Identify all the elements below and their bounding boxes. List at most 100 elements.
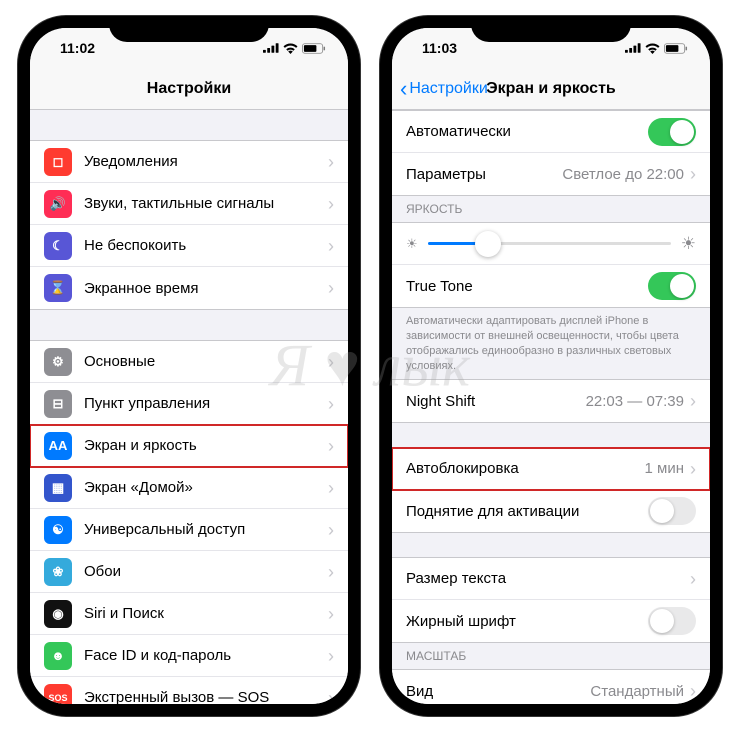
row-label: Вид: [406, 683, 590, 700]
chevron-right-icon: ›: [328, 689, 334, 705]
row-label: Экранное время: [84, 280, 328, 297]
row-label: Основные: [84, 353, 328, 370]
appearance-group: Автоматически Параметры Светлое до 22:00…: [392, 110, 710, 196]
nav-bar: ‹ Настройки Экран и яркость: [392, 68, 710, 110]
chevron-right-icon: ›: [328, 521, 334, 539]
settings-row[interactable]: ☯ Универсальный доступ›: [30, 509, 348, 551]
row-icon: ⚙: [44, 348, 72, 376]
autolock-group: Автоблокировка 1 мин › Поднятие для акти…: [392, 447, 710, 533]
row-parameters[interactable]: Параметры Светлое до 22:00 ›: [392, 153, 710, 195]
chevron-right-icon: ›: [328, 153, 334, 171]
notch: [109, 16, 269, 42]
status-indicators: [625, 43, 688, 54]
back-button[interactable]: ‹ Настройки: [400, 76, 488, 102]
row-icon: ◻: [44, 148, 72, 176]
chevron-right-icon: ›: [690, 392, 696, 410]
settings-group-1: ◻Уведомления›🔊Звуки, тактильные сигналы›…: [30, 140, 348, 310]
row-nightshift[interactable]: Night Shift 22:03 — 07:39 ›: [392, 380, 710, 422]
row-brightness-slider[interactable]: ☀︎ ☀︎: [392, 223, 710, 265]
chevron-right-icon: ›: [328, 237, 334, 255]
settings-row[interactable]: ▦Экран «Домой»›: [30, 467, 348, 509]
back-label: Настройки: [409, 80, 487, 98]
settings-row[interactable]: ☻Face ID и код-пароль›: [30, 635, 348, 677]
row-icon: ⊟: [44, 390, 72, 418]
row-label: Параметры: [406, 166, 562, 183]
row-icon: ☾: [44, 232, 72, 260]
status-time: 11:02: [60, 40, 95, 56]
row-boldtext[interactable]: Жирный шрифт: [392, 600, 710, 642]
row-label: True Tone: [406, 278, 648, 295]
settings-row[interactable]: AAЭкран и яркость›: [30, 425, 348, 467]
chevron-right-icon: ›: [690, 165, 696, 183]
chevron-right-icon: ›: [328, 605, 334, 623]
toggle-truetone[interactable]: [648, 272, 696, 300]
chevron-left-icon: ‹: [400, 76, 407, 102]
chevron-right-icon: ›: [328, 279, 334, 297]
phone-right: 11:03 ‹ Настройки Экран и яркость Автома…: [380, 16, 722, 716]
chevron-right-icon: ›: [690, 460, 696, 478]
notch: [471, 16, 631, 42]
signal-icon: [263, 43, 279, 53]
chevron-right-icon: ›: [690, 682, 696, 700]
settings-row[interactable]: ⚙ Основные›: [30, 341, 348, 383]
row-label: Не беспокоить: [84, 237, 328, 254]
row-label: Размер текста: [406, 570, 690, 587]
row-icon: SOS: [44, 684, 72, 705]
chevron-right-icon: ›: [328, 353, 334, 371]
brightness-group: ☀︎ ☀︎ True Tone: [392, 222, 710, 308]
zoom-header: МАСШТАБ: [392, 643, 710, 669]
row-value: 22:03 — 07:39: [586, 393, 684, 410]
nightshift-group: Night Shift 22:03 — 07:39 ›: [392, 379, 710, 423]
toggle-automatic[interactable]: [648, 118, 696, 146]
wifi-icon: [283, 43, 298, 54]
settings-row[interactable]: ⊟Пункт управления›: [30, 383, 348, 425]
settings-group-2: ⚙Основные›⊟Пункт управления›AAЭкран и яр…: [30, 340, 348, 704]
settings-row[interactable]: ◉Siri и Поиск›: [30, 593, 348, 635]
battery-icon: [302, 43, 326, 54]
row-value: Стандартный: [590, 683, 684, 700]
status-time: 11:03: [422, 40, 457, 56]
row-label: Универсальный доступ: [84, 521, 328, 538]
page-title: Настройки: [147, 80, 231, 98]
toggle-raise[interactable]: [648, 497, 696, 525]
chevron-right-icon: ›: [328, 395, 334, 413]
row-textsize[interactable]: Размер текста ›: [392, 558, 710, 600]
row-truetone[interactable]: True Tone: [392, 265, 710, 307]
row-autolock[interactable]: Автоблокировка 1 мин ›: [392, 448, 710, 490]
status-indicators: [263, 43, 326, 54]
brightness-content[interactable]: Автоматически Параметры Светлое до 22:00…: [392, 110, 710, 704]
row-label: Siri и Поиск: [84, 605, 328, 622]
settings-row[interactable]: ☾ Не беспокоить›: [30, 225, 348, 267]
signal-icon: [625, 43, 641, 53]
phone-left: 11:02 Настройки ◻Уведомления›🔊Звуки, так…: [18, 16, 360, 716]
row-label: Экран «Домой»: [84, 479, 328, 496]
text-group: Размер текста › Жирный шрифт: [392, 557, 710, 643]
row-label: Night Shift: [406, 393, 586, 410]
row-label: Автоматически: [406, 123, 648, 140]
row-label: Экстренный вызов — SOS: [84, 689, 328, 704]
settings-content[interactable]: ◻Уведомления›🔊Звуки, тактильные сигналы›…: [30, 110, 348, 704]
row-value: Светлое до 22:00: [562, 166, 684, 183]
row-icon: ☻: [44, 642, 72, 670]
row-label: Экран и яркость: [84, 437, 328, 454]
row-raise-to-wake[interactable]: Поднятие для активации: [392, 490, 710, 532]
chevron-right-icon: ›: [328, 563, 334, 581]
sun-large-icon: ☀︎: [681, 234, 696, 254]
settings-row[interactable]: ◻ Уведомления›: [30, 141, 348, 183]
row-value: 1 мин: [645, 460, 685, 477]
chevron-right-icon: ›: [328, 437, 334, 455]
settings-row[interactable]: ❀Обои›: [30, 551, 348, 593]
chevron-right-icon: ›: [328, 479, 334, 497]
row-view[interactable]: Вид Стандартный ›: [392, 670, 710, 704]
settings-row[interactable]: 🔊Звуки, тактильные сигналы›: [30, 183, 348, 225]
toggle-bold[interactable]: [648, 607, 696, 635]
settings-row[interactable]: ⌛Экранное время›: [30, 267, 348, 309]
row-icon: ❀: [44, 558, 72, 586]
row-automatic[interactable]: Автоматически: [392, 111, 710, 153]
brightness-slider[interactable]: [428, 242, 671, 245]
battery-icon: [664, 43, 688, 54]
row-label: Уведомления: [84, 153, 328, 170]
sun-small-icon: ☀︎: [406, 236, 418, 252]
row-icon: ☯: [44, 516, 72, 544]
settings-row[interactable]: SOS Экстренный вызов — SOS›: [30, 677, 348, 704]
